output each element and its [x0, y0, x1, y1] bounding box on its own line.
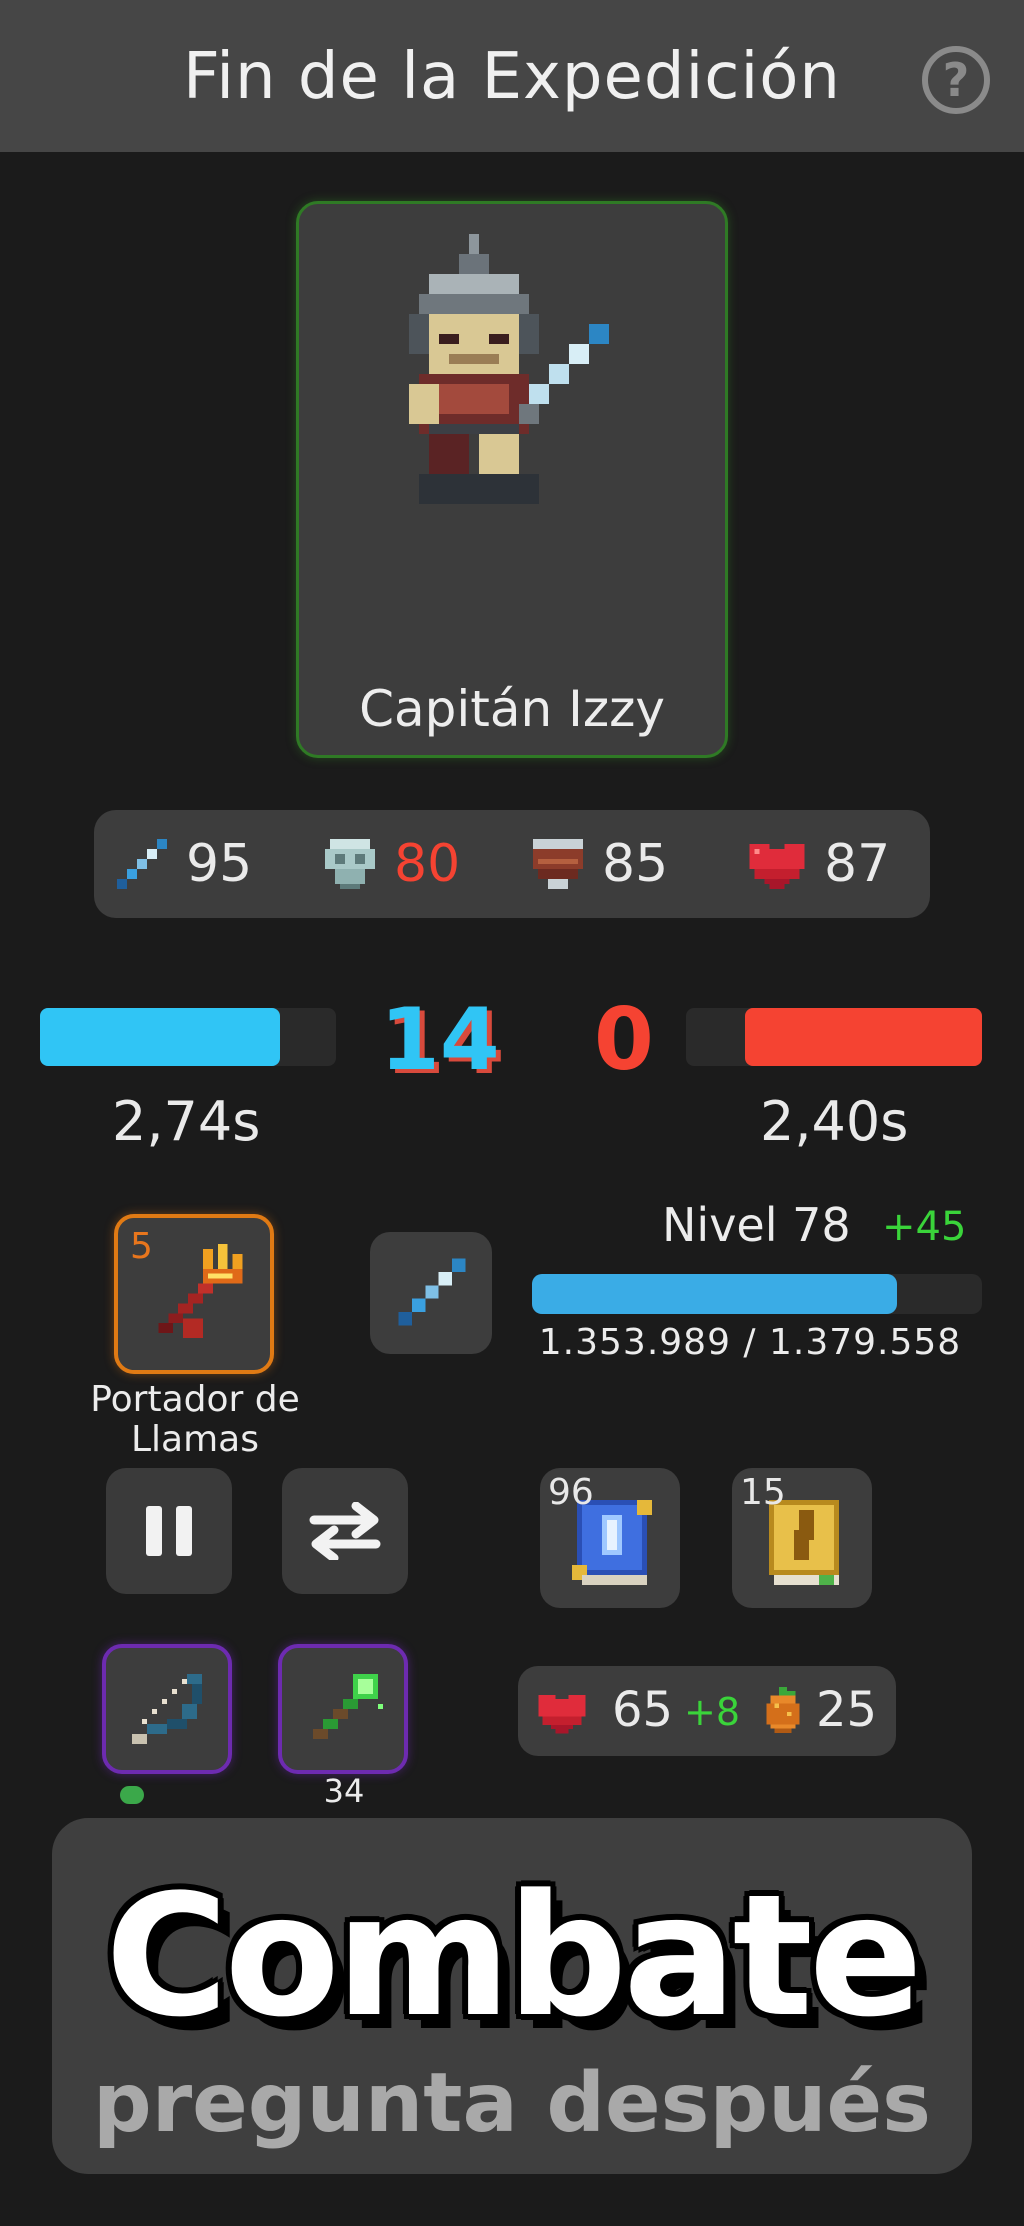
stat-mind-value: 80 [394, 834, 461, 894]
spellbook-count-blue: 96 [548, 1472, 594, 1513]
hero-name: Capitán Izzy [359, 680, 665, 738]
player-timer: 2,74s [112, 1090, 261, 1153]
hero-card[interactable]: Capitán Izzy [296, 201, 728, 758]
flame-trident-icon [158, 1244, 243, 1339]
resource-food-value: 25 [816, 1682, 878, 1738]
spellbook-count-gold: 15 [740, 1472, 786, 1513]
xp-bar [532, 1274, 982, 1314]
xp-bar-fill [532, 1274, 897, 1314]
heart-icon [749, 844, 805, 889]
stat-defense-value: 85 [602, 834, 669, 894]
resource-health-value: 65 [612, 1682, 674, 1738]
stats-panel: 95 80 85 87 [94, 810, 930, 918]
item-count-wand: 34 [323, 1772, 365, 1810]
item-ready-indicator [120, 1786, 144, 1804]
heart-icon [538, 1694, 586, 1734]
banner-subtitle: pregunta después [93, 2056, 931, 2151]
resources-panel: 65 +8 25 [518, 1666, 896, 1756]
page-title: Fin de la Expedición [183, 40, 841, 114]
stat-mind: 80 [320, 810, 460, 918]
spellbook-slot-blue[interactable]: 96 [540, 1468, 680, 1608]
bow-icon [132, 1674, 202, 1744]
weapon-name: Portador de Llamas [90, 1379, 300, 1460]
tip-banner: Combate pregunta después [52, 1818, 972, 2174]
xp-progress-text: 1.353.989 / 1.379.558 [538, 1322, 962, 1363]
item-slot-wand[interactable] [278, 1644, 408, 1774]
item-slot-bow[interactable] [102, 1644, 232, 1774]
enemy-attack-bar-fill [745, 1008, 982, 1066]
stat-defense: 85 [528, 810, 668, 918]
green-wand-icon [313, 1674, 383, 1739]
stat-health-value: 87 [824, 834, 891, 894]
resource-health-gain: +8 [684, 1690, 741, 1734]
shield-icon [533, 839, 583, 889]
header-bar: Fin de la Expedición ? [0, 0, 1024, 152]
level-gain: +45 [882, 1204, 967, 1250]
pause-icon [146, 1506, 192, 1556]
player-score: 14 [380, 990, 500, 1090]
stat-attack-value: 95 [186, 834, 253, 894]
swap-button[interactable] [282, 1468, 408, 1594]
brain-icon [325, 839, 375, 889]
weapon-slot[interactable]: 5 [114, 1214, 274, 1374]
banner-title: Combate [105, 1858, 923, 2054]
hero-sprite-icon [409, 234, 609, 504]
sword-icon [117, 839, 167, 889]
enemy-attack-bar [686, 1008, 982, 1066]
help-button[interactable]: ? [922, 46, 990, 114]
enemy-timer: 2,40s [760, 1090, 909, 1153]
fruit-icon [766, 1687, 800, 1733]
player-attack-bar-fill [40, 1008, 280, 1066]
spellbook-slot-gold[interactable]: 15 [732, 1468, 872, 1608]
sword-icon [398, 1258, 466, 1326]
weapon-type-button[interactable] [370, 1232, 492, 1354]
level-label: Nivel 78 [662, 1198, 851, 1252]
stat-attack: 95 [112, 810, 252, 918]
pause-button[interactable] [106, 1468, 232, 1594]
stat-health: 87 [744, 810, 890, 918]
enemy-score: 0 [594, 990, 654, 1090]
player-attack-bar [40, 1008, 336, 1066]
swap-arrows-icon [309, 1502, 381, 1560]
